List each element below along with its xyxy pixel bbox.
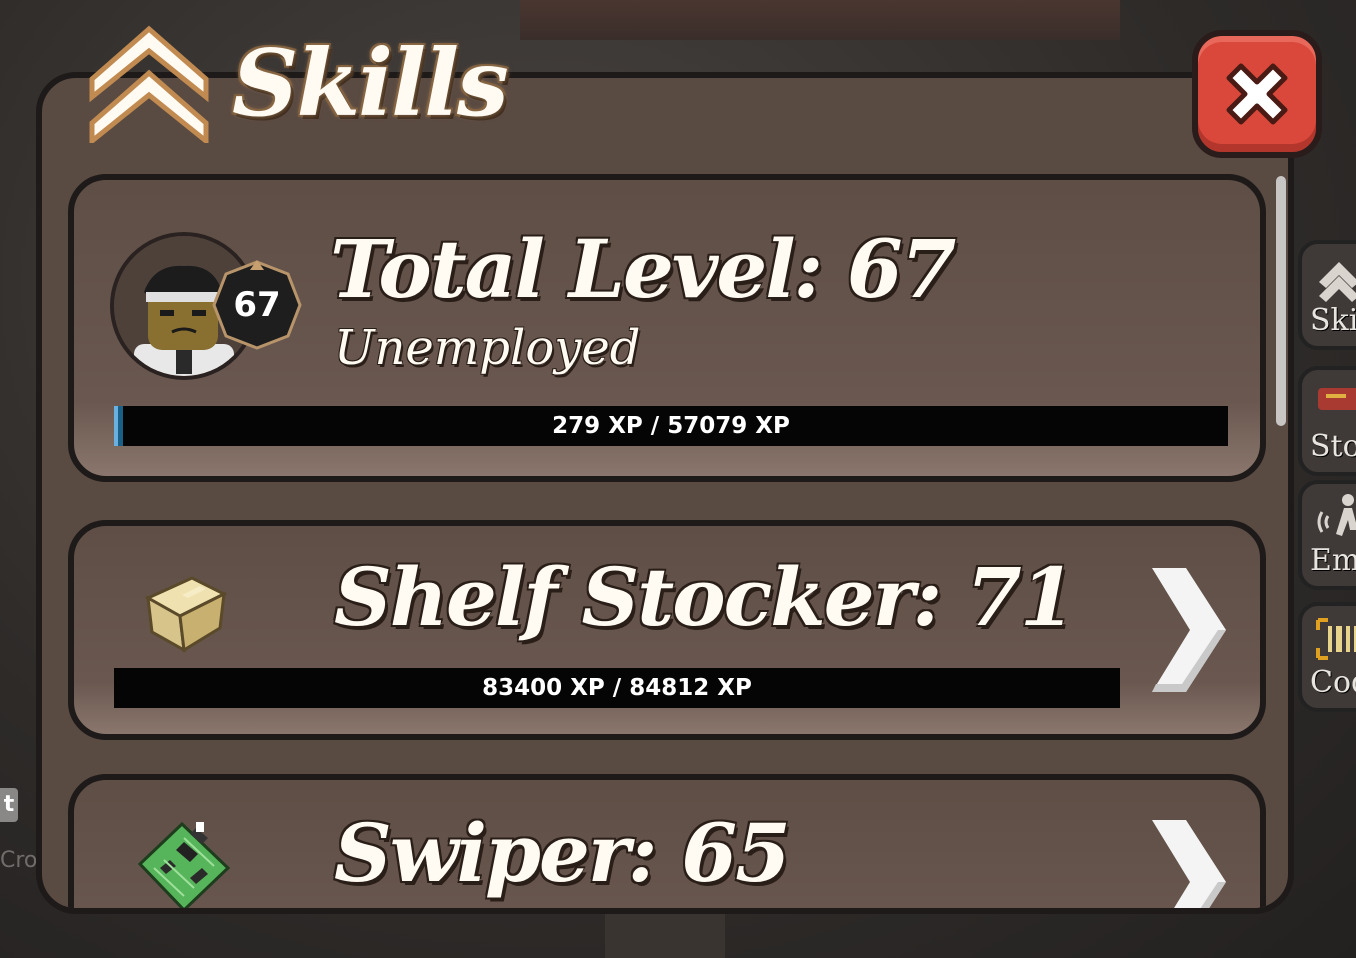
side-menu-label: Emo — [1310, 543, 1356, 578]
shelf-stocker-xp-bar: 83400 XP / 84812 XP — [114, 668, 1120, 708]
total-xp-text: 279 XP / 57079 XP — [552, 413, 790, 439]
game-scene: t Cro Ski Sto Emo — [0, 0, 1356, 958]
side-menu-codes-button[interactable]: Cod — [1298, 602, 1356, 712]
scrollbar[interactable] — [1276, 176, 1286, 426]
skills-list[interactable]: 67 Total Level: 67 Unemployed 279 XP / 5… — [42, 160, 1288, 910]
page-title: Skills — [232, 29, 509, 137]
job-title: Unemployed — [334, 320, 641, 376]
close-button[interactable] — [1192, 30, 1322, 158]
background-left-text: Cro — [0, 848, 38, 873]
side-menu-label: Ski — [1310, 303, 1356, 338]
background-left-tag: t — [0, 788, 18, 822]
double-chevron-up-icon — [89, 25, 209, 143]
skill-card-swiper[interactable]: Swiper: 65 — [68, 774, 1266, 910]
side-menu-label: Cod — [1310, 665, 1356, 700]
skill-card-shelf-stocker[interactable]: Shelf Stocker: 71 83400 XP / 84812 XP — [68, 520, 1266, 740]
level-badge: 67 — [233, 285, 281, 325]
chevron-up-icon — [1319, 262, 1356, 302]
chevron-right-icon[interactable] — [1142, 560, 1232, 700]
cardboard-box-icon — [144, 576, 228, 653]
close-icon — [1226, 63, 1288, 125]
circuit-board-icon — [137, 821, 231, 908]
emote-icon — [1317, 494, 1356, 536]
side-menu-emotes-button[interactable]: Emo — [1298, 480, 1356, 590]
shelf-stocker-xp-text: 83400 XP / 84812 XP — [482, 675, 752, 701]
background-topbar — [520, 0, 1120, 40]
store-icon — [1318, 388, 1356, 410]
skill-title-shelf-stocker: Shelf Stocker: 71 — [334, 550, 1075, 644]
total-level-title: Total Level: 67 — [330, 222, 956, 316]
barcode-icon — [1316, 618, 1356, 660]
side-menu-skills-button[interactable]: Ski — [1298, 240, 1356, 350]
total-level-card: 67 Total Level: 67 Unemployed 279 XP / 5… — [68, 174, 1266, 482]
side-menu-store-button[interactable]: Sto — [1298, 366, 1356, 476]
skill-title-swiper: Swiper: 65 — [334, 806, 791, 900]
skills-panel: 67 Total Level: 67 Unemployed 279 XP / 5… — [36, 72, 1294, 914]
chevron-right-icon[interactable] — [1142, 812, 1232, 910]
total-xp-bar: 279 XP / 57079 XP — [114, 406, 1228, 446]
side-menu-label: Sto — [1310, 429, 1356, 464]
panel-header: Skills — [88, 18, 509, 148]
